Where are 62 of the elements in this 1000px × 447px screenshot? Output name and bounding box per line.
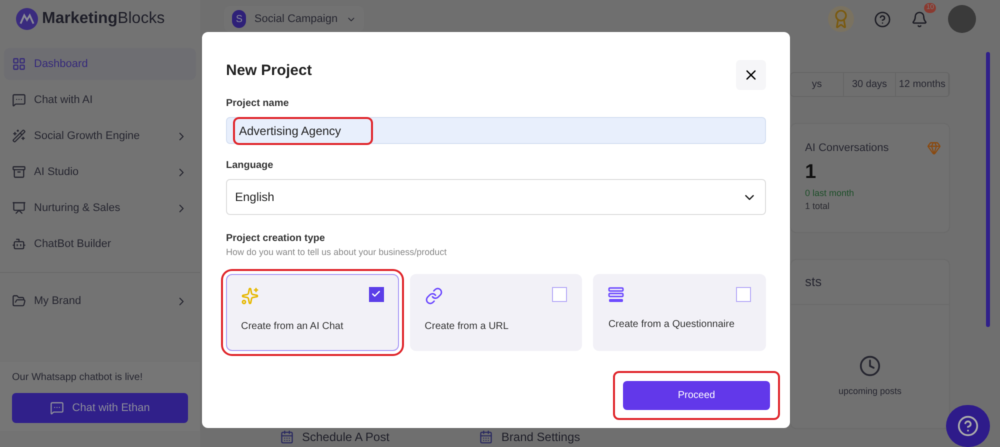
stat-change: 0 last month xyxy=(805,186,856,200)
empty-posts-text: upcoming posts xyxy=(838,384,902,398)
posts-title: sts xyxy=(791,260,949,304)
option-label: Create from an AI Chat xyxy=(241,320,344,334)
creation-option-card[interactable]: Create from a URL xyxy=(410,274,582,350)
option-checkbox[interactable] xyxy=(552,286,568,302)
menu-icon xyxy=(12,129,26,143)
shortcut-label[interactable]: Schedule A Post xyxy=(302,428,390,446)
section-hint: How do you want to tell us about your business/product xyxy=(226,246,448,259)
calendar-icon xyxy=(479,430,494,444)
stacked-bars-icon xyxy=(608,286,624,302)
gem-icon xyxy=(927,141,941,156)
help-icon[interactable] xyxy=(874,10,891,28)
stat-value: 1 xyxy=(805,160,818,184)
help-bubble[interactable] xyxy=(946,405,990,447)
stat-title: AI Conversations xyxy=(805,141,889,156)
question-icon xyxy=(957,415,979,437)
creation-option-card[interactable]: Create from a Questionnaire xyxy=(593,274,766,350)
clock-icon xyxy=(859,354,881,376)
menu-icon xyxy=(12,201,26,215)
stat-total: 1 total xyxy=(805,200,831,213)
sidebar-item[interactable]: AI Studio xyxy=(4,156,196,188)
close-button[interactable] xyxy=(736,60,766,90)
menu-icon xyxy=(12,294,26,308)
option-checkbox[interactable] xyxy=(368,286,384,302)
range-tab[interactable]: 30 days xyxy=(844,73,896,96)
proceed-button[interactable]: Proceed xyxy=(623,380,770,410)
language-select[interactable]: English xyxy=(226,179,766,215)
dialog-title: New Project xyxy=(226,60,312,81)
calendar-icon xyxy=(280,430,294,444)
option-checkbox[interactable] xyxy=(736,286,751,302)
sidebar-item[interactable]: Chat with AI xyxy=(4,84,196,116)
logo-icon xyxy=(16,8,38,30)
section-label: Project creation type xyxy=(226,232,326,246)
brand-name: MarketingBlocks xyxy=(42,9,165,29)
sparkles-icon xyxy=(241,286,259,304)
sidebar-item[interactable]: ChatBot Builder xyxy=(4,228,196,260)
project-name-field[interactable]: Advertising Agency xyxy=(226,117,766,144)
range-tab[interactable]: 12 months xyxy=(896,73,950,96)
menu-icon xyxy=(12,165,26,179)
check-icon xyxy=(371,289,382,299)
chat-bubble-icon xyxy=(50,401,64,415)
range-tab[interactable]: ys xyxy=(791,73,844,96)
option-label: Create from a URL xyxy=(424,320,510,334)
field-label: Project name xyxy=(226,97,290,111)
sidebar-item[interactable]: My Brand xyxy=(4,285,196,317)
campaign-avatar: S xyxy=(232,10,246,28)
menu-icon xyxy=(12,57,26,71)
shortcut-label[interactable]: Brand Settings xyxy=(501,428,580,446)
menu-icon xyxy=(12,93,26,107)
field-label: Language xyxy=(226,159,274,173)
link-icon xyxy=(424,286,443,304)
option-label: Create from a Questionnaire xyxy=(608,318,736,332)
award-icon xyxy=(828,6,854,32)
sidebar-item[interactable]: Dashboard xyxy=(4,48,196,80)
chat-button[interactable]: Chat with Ethan xyxy=(12,393,188,423)
promo-text: Our Whatsapp chatbot is live! xyxy=(12,371,144,385)
avatar-placeholder[interactable] xyxy=(948,5,976,33)
sidebar-item[interactable]: Nurturing & Sales xyxy=(4,192,196,224)
bell-icon[interactable] xyxy=(911,10,928,28)
menu-icon xyxy=(12,237,26,251)
sidebar-item[interactable]: Social Growth Engine xyxy=(4,120,196,152)
